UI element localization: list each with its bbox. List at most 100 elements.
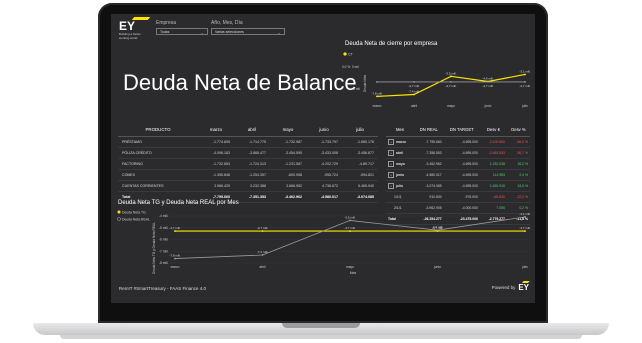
- slicer-empresa[interactable]: Empresa Todas ⌄: [156, 20, 208, 35]
- data-label: -4,7 mill.: [519, 84, 531, 88]
- cell-dn-real: -7.795.660: [414, 136, 444, 148]
- slicer-fecha-label: Año, Mes, Día: [211, 20, 243, 26]
- col-header-mayo[interactable]: mayo: [270, 122, 306, 137]
- data-label: -7,8 mill.: [169, 254, 181, 258]
- expand-icon[interactable]: +: [388, 183, 394, 189]
- cell-dn-real: -4.580.017: [414, 169, 444, 181]
- legend-dot-real: [117, 217, 121, 221]
- cell-value: 5.465.940: [342, 180, 378, 192]
- cell-value: -1.680.176: [342, 136, 378, 148]
- cell-dn-target: -975.000: [443, 191, 480, 203]
- chart-top-ytop-label: 0.0 %: [342, 65, 350, 69]
- cell-mes-label: 1/1/1: [394, 195, 402, 199]
- col-header-abril[interactable]: abril: [234, 122, 270, 137]
- cell-mes[interactable]: + mayo: [386, 158, 414, 170]
- footer-text: RemIT #SmartTreasury - FAAS Finance 4.0: [119, 286, 207, 291]
- legend-dot-ct: [343, 52, 347, 56]
- cell-mes[interactable]: + junio: [386, 169, 414, 181]
- expand-icon[interactable]: +: [388, 139, 394, 145]
- cell-producto: FACTORING: [118, 158, 198, 170]
- table-row: + abril -7.358.553 -4.695.000 -2.663.553 -56,…: [386, 147, 530, 159]
- chart-top-title: Deuda Neta de cierre por empresa: [345, 41, 438, 47]
- data-point: [524, 230, 526, 232]
- ey-logo-text: EY: [119, 19, 136, 33]
- cell-value: -955.724: [306, 169, 342, 181]
- cell-dn-real: -7.358.553: [414, 147, 444, 159]
- chart-bottom-xlabel: Mes: [350, 271, 357, 275]
- data-label: -4,7 mill.: [445, 84, 457, 88]
- data-label: -4,7 mill.: [482, 84, 494, 88]
- table-mes-header: Mes DN REAL DN TARGET Desv € Desv %: [386, 122, 530, 137]
- cell-desv-eur: -3.100.660: [479, 136, 507, 148]
- cell-dn-real: -3.074.085: [414, 180, 444, 192]
- ey-tagline-2: working world: [119, 36, 138, 41]
- data-label: -4,7 mill.: [519, 226, 531, 230]
- cell-producto: CUENTAS CORRIENTES: [118, 180, 198, 192]
- table-row: CUENTAS CORRIENTES 3.966.425 3.232.388 3…: [118, 180, 378, 192]
- cell-desv-pct: -56,7 %: [506, 147, 530, 159]
- data-point: [349, 219, 351, 222]
- cell-value: -1.724.313: [234, 158, 270, 170]
- cell-total: -4.580.017: [306, 191, 342, 203]
- data-label: -4,6 mill.: [432, 225, 444, 229]
- cell-desv-pct: -22,2 %: [506, 191, 530, 203]
- slicer-fecha-dropdown[interactable]: Varias selecciones ⌄: [211, 28, 285, 35]
- chevron-down-icon: ⌄: [277, 30, 281, 35]
- slicer-fecha[interactable]: Año, Mes, Día Varias selecciones ⌄: [211, 20, 285, 35]
- chart-top-ylabel: Deuda Neta: [363, 75, 367, 92]
- cell-dn-target: -4.695.000: [443, 180, 480, 192]
- data-point: [261, 230, 264, 232]
- cell-mes-label: julio: [396, 183, 403, 188]
- data-label: -3,1 mill.: [519, 69, 531, 73]
- cell-value: 3.966.425: [198, 180, 234, 192]
- data-label: -4,6 mill.: [482, 76, 494, 80]
- expand-icon[interactable]: +: [388, 150, 394, 156]
- laptop-shadow: [60, 335, 582, 339]
- table-row: PÓLIZA CRÉDITO -4.096.183 -3.865.477 -3.…: [118, 147, 378, 159]
- footer-ey-text: EY: [518, 283, 529, 292]
- col-header-marzo[interactable]: marzo: [198, 122, 234, 137]
- data-point: [436, 229, 439, 232]
- cell-mes[interactable]: + marzo: [386, 136, 414, 148]
- col-header-producto[interactable]: PRODUCTO: [118, 122, 198, 137]
- col-header-desv-pct[interactable]: Desv %: [506, 122, 530, 137]
- cell-dn-real: 910.830: [414, 191, 444, 203]
- col-header-julio[interactable]: julio: [342, 122, 378, 137]
- cell-desv-eur: 114.983: [479, 169, 507, 181]
- col-header-junio[interactable]: junio: [306, 122, 342, 137]
- data-label: -4,7 mill.: [257, 226, 269, 230]
- expand-icon[interactable]: +: [388, 172, 394, 178]
- col-header-dn-real[interactable]: DN REAL: [414, 122, 444, 137]
- data-point: [261, 254, 264, 256]
- col-header-dn-target[interactable]: DN TARGET: [443, 122, 480, 137]
- ey-logo-bar: [131, 17, 151, 20]
- cell-total: -7.351.353: [234, 191, 270, 203]
- col-header-desv-eur[interactable]: Desv €: [479, 122, 507, 137]
- footer-powered: Powered by EY: [492, 281, 530, 292]
- data-label: -4,7 mill.: [408, 84, 420, 88]
- cell-value: -4.202.729: [306, 158, 342, 170]
- cell-mes[interactable]: + julio: [386, 180, 414, 192]
- slicer-empresa-dropdown[interactable]: Todas ⌄: [156, 28, 208, 35]
- cell-value: -3.456.877: [342, 147, 378, 159]
- x-tick-label: junio: [484, 104, 492, 108]
- cell-value: -1.732.987: [270, 136, 306, 148]
- cell-mes[interactable]: + abril: [386, 147, 414, 159]
- slicer-empresa-value: Todas: [160, 30, 170, 34]
- cell-value: -1.355.848: [198, 169, 234, 181]
- table-row: 1/1/1 910.830 -975.000 -65.830 -22,2 %: [386, 191, 530, 203]
- cell-value: -3.433.008: [306, 147, 342, 159]
- data-point: [524, 215, 526, 218]
- col-header-mes[interactable]: Mes: [386, 122, 414, 137]
- data-point: [174, 257, 176, 260]
- data-point: [174, 230, 176, 232]
- data-label: -7,4 mill.: [408, 90, 420, 94]
- chart-bottom-ylabel: Deuda Neta TG y Deuda Neta REAL: [152, 222, 156, 274]
- x-tick-label: abril: [259, 265, 265, 269]
- expand-icon[interactable]: +: [388, 161, 394, 167]
- data-point: [376, 81, 378, 83]
- table-row: + mayo -3.462.962 -4.695.000 1.232.038 26,2 %: [386, 158, 530, 170]
- chevron-down-icon: ⌄: [200, 30, 204, 35]
- data-label: -7,4 mill.: [257, 250, 269, 254]
- chart-top-ytick-0: 0 mil: [352, 65, 359, 69]
